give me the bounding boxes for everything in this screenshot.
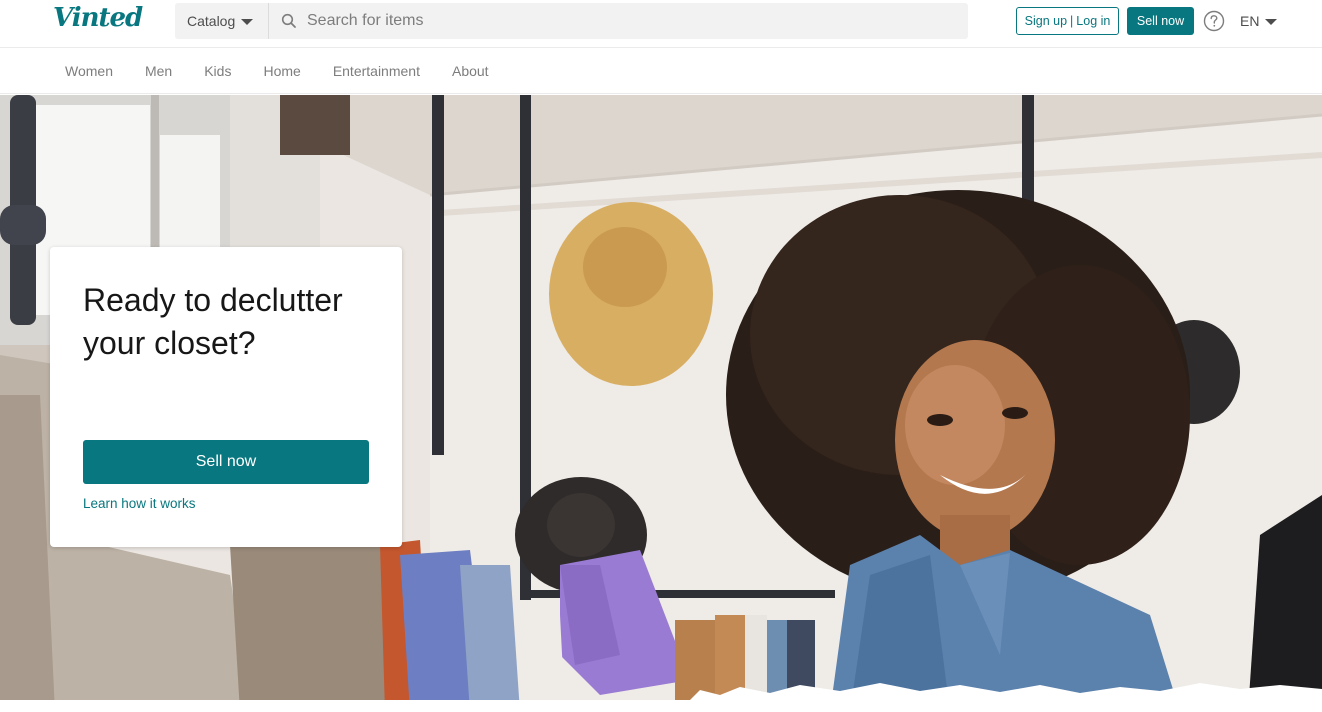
language-label: EN	[1240, 13, 1260, 29]
hero-banner: Ready to declutter your closet? Sell now…	[0, 95, 1322, 712]
nav-item-women[interactable]: Women	[65, 63, 113, 79]
signup-separator: |	[1070, 14, 1074, 28]
nav-item-entertainment[interactable]: Entertainment	[333, 63, 420, 79]
help-circle-icon[interactable]	[1203, 10, 1225, 32]
search-input[interactable]	[305, 6, 945, 36]
promo-title: Ready to declutter your closet?	[83, 282, 343, 361]
catalog-label: Catalog	[187, 13, 236, 29]
login-label: Log in	[1076, 14, 1111, 28]
promo-card: Ready to declutter your closet? Sell now…	[50, 247, 402, 547]
caret-down-icon	[1265, 19, 1278, 25]
signup-label: Sign up	[1024, 14, 1068, 28]
hero-sell-now-button[interactable]: Sell now	[83, 440, 369, 484]
signup-login-button[interactable]: Sign up | Log in	[1016, 7, 1119, 35]
nav-item-men[interactable]: Men	[145, 63, 172, 79]
nav-item-kids[interactable]: Kids	[204, 63, 231, 79]
category-nav: Women Men Kids Home Entertainment About	[0, 48, 1322, 94]
nav-item-about[interactable]: About	[452, 63, 489, 79]
language-selector[interactable]: EN	[1240, 11, 1278, 31]
catalog-dropdown[interactable]: Catalog	[175, 3, 269, 39]
vinted-logo[interactable]: Vinted	[53, 3, 143, 33]
header-sell-now-button[interactable]: Sell now	[1127, 7, 1194, 35]
search-bar: Catalog	[175, 3, 968, 39]
top-header: Vinted Catalog Sign up | Log in Sell now…	[0, 0, 1322, 48]
search-icon	[281, 13, 297, 29]
caret-down-icon	[241, 19, 254, 25]
nav-item-home[interactable]: Home	[263, 63, 300, 79]
learn-how-it-works-link[interactable]: Learn how it works	[83, 496, 196, 511]
